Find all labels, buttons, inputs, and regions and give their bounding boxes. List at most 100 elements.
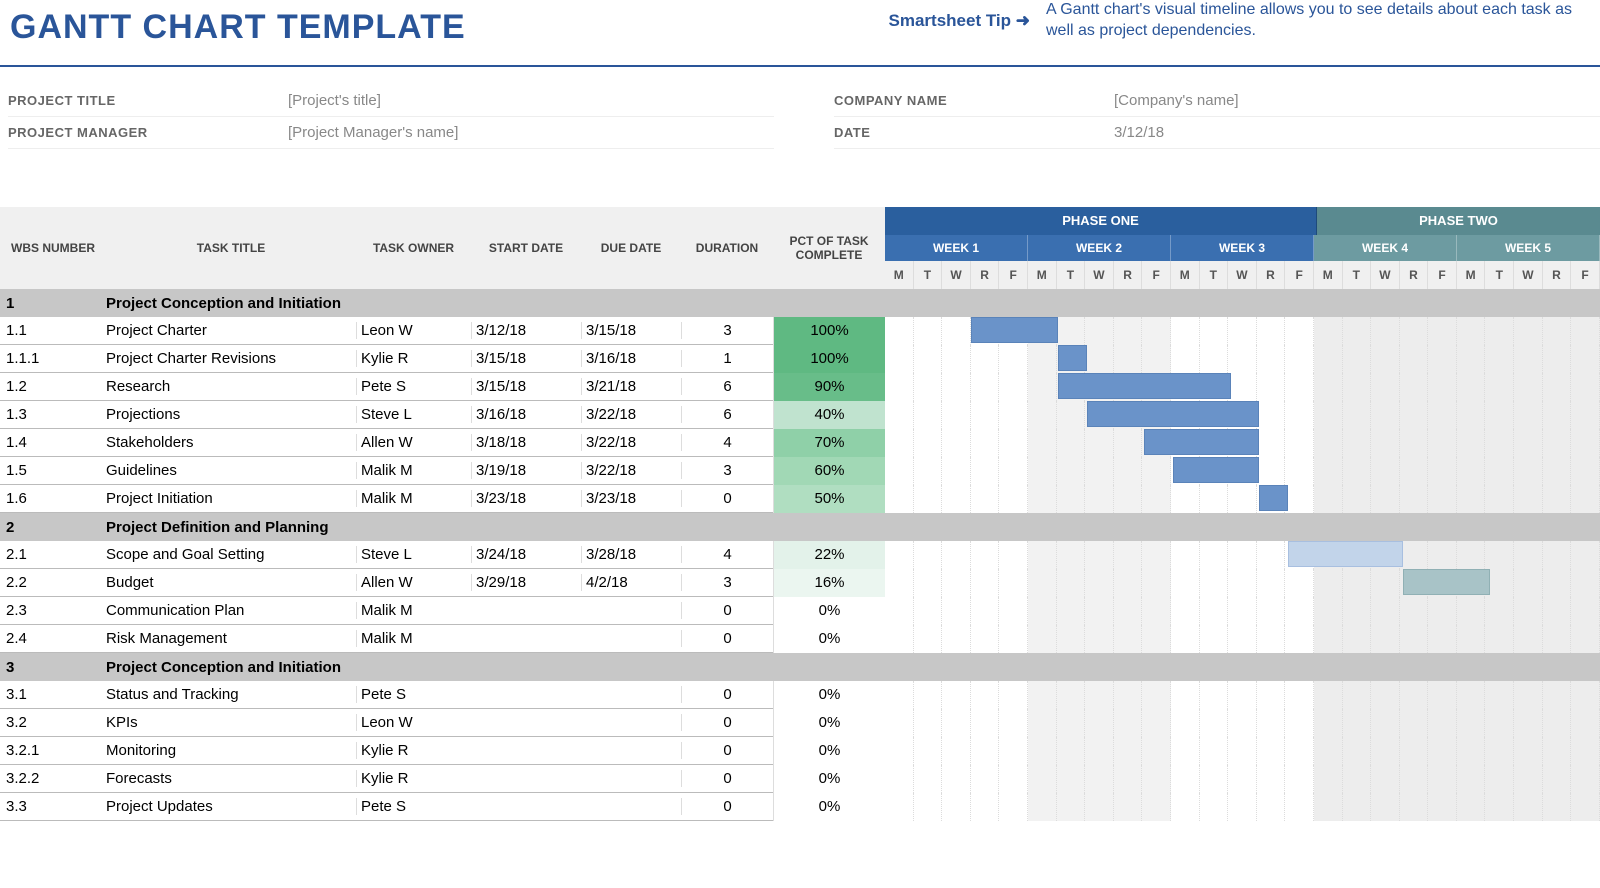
task-row[interactable]: 1.5GuidelinesMalik M3/19/183/22/18360% bbox=[0, 457, 885, 485]
gantt-row bbox=[885, 569, 1600, 597]
task-row[interactable]: 1.1.1Project Charter RevisionsKylie R3/1… bbox=[0, 345, 885, 373]
gantt-row bbox=[885, 681, 1600, 709]
gantt-row bbox=[885, 345, 1600, 373]
col-header-pct: PCT OF TASK COMPLETE bbox=[773, 234, 885, 262]
day-header: R bbox=[1257, 261, 1286, 289]
task-row[interactable]: 3.2KPIsLeon W00% bbox=[0, 709, 885, 737]
gantt-row bbox=[885, 709, 1600, 737]
col-header-wbs: WBS NUMBER bbox=[0, 241, 106, 255]
day-header: R bbox=[971, 261, 1000, 289]
day-header: T bbox=[914, 261, 943, 289]
phase-header: PHASE TWO bbox=[1317, 207, 1600, 235]
gantt-row bbox=[885, 457, 1600, 485]
gantt-row bbox=[885, 653, 1600, 681]
day-header: R bbox=[1114, 261, 1143, 289]
day-header: R bbox=[1543, 261, 1572, 289]
gantt-row bbox=[885, 289, 1600, 317]
task-row[interactable]: 3.3Project UpdatesPete S00% bbox=[0, 793, 885, 821]
gantt-row bbox=[885, 737, 1600, 765]
gantt-bar[interactable] bbox=[1087, 401, 1260, 427]
day-header: F bbox=[1285, 261, 1314, 289]
gantt-row bbox=[885, 485, 1600, 513]
col-header-owner: TASK OWNER bbox=[356, 241, 471, 255]
gantt-row bbox=[885, 765, 1600, 793]
task-row[interactable]: 2.1Scope and Goal SettingSteve L3/24/183… bbox=[0, 541, 885, 569]
week-header: WEEK 4 bbox=[1314, 235, 1457, 261]
day-header: T bbox=[1485, 261, 1514, 289]
day-header: M bbox=[1171, 261, 1200, 289]
gantt-bar[interactable] bbox=[1144, 429, 1259, 455]
gantt-row bbox=[885, 625, 1600, 653]
task-row[interactable]: 2.3Communication PlanMalik M00% bbox=[0, 597, 885, 625]
task-row[interactable]: 3.1Status and TrackingPete S00% bbox=[0, 681, 885, 709]
day-header: T bbox=[1057, 261, 1086, 289]
week-header: WEEK 1 bbox=[885, 235, 1028, 261]
day-header: F bbox=[1142, 261, 1171, 289]
task-table: WBS NUMBER TASK TITLE TASK OWNER START D… bbox=[0, 207, 885, 821]
day-header: W bbox=[942, 261, 971, 289]
day-header: W bbox=[1085, 261, 1114, 289]
task-row[interactable]: 1.4StakeholdersAllen W3/18/183/22/18470% bbox=[0, 429, 885, 457]
day-header: M bbox=[1314, 261, 1343, 289]
company-name-value[interactable]: [Company's name] bbox=[1114, 92, 1239, 109]
section-row: 3Project Conception and Initiation bbox=[0, 653, 885, 681]
gantt-row bbox=[885, 513, 1600, 541]
day-header: W bbox=[1514, 261, 1543, 289]
project-title-value[interactable]: [Project's title] bbox=[288, 92, 381, 109]
gantt-bar[interactable] bbox=[1173, 457, 1259, 483]
gantt-row bbox=[885, 317, 1600, 345]
gantt-row bbox=[885, 793, 1600, 821]
section-row: 1Project Conception and Initiation bbox=[0, 289, 885, 317]
section-row: 2Project Definition and Planning bbox=[0, 513, 885, 541]
tip-text: A Gantt chart's visual timeline allows y… bbox=[1046, 0, 1586, 42]
col-header-duration: DURATION bbox=[681, 241, 773, 255]
week-header: WEEK 2 bbox=[1028, 235, 1171, 261]
day-header: M bbox=[885, 261, 914, 289]
day-header: W bbox=[1371, 261, 1400, 289]
task-row[interactable]: 1.2ResearchPete S3/15/183/21/18690% bbox=[0, 373, 885, 401]
day-header: M bbox=[1028, 261, 1057, 289]
task-row[interactable]: 2.4Risk ManagementMalik M00% bbox=[0, 625, 885, 653]
gantt-bar[interactable] bbox=[1058, 373, 1231, 399]
project-manager-label: PROJECT MANAGER bbox=[8, 125, 288, 140]
gantt-bar[interactable] bbox=[1403, 569, 1489, 595]
day-header: T bbox=[1200, 261, 1229, 289]
day-header: R bbox=[1400, 261, 1429, 289]
task-row[interactable]: 3.2.2ForecastsKylie R00% bbox=[0, 765, 885, 793]
task-row[interactable]: 3.2.1MonitoringKylie R00% bbox=[0, 737, 885, 765]
day-header: F bbox=[1571, 261, 1600, 289]
week-header: WEEK 5 bbox=[1457, 235, 1600, 261]
smartsheet-tip-link[interactable]: Smartsheet Tip ➜ bbox=[889, 11, 1030, 31]
date-label: DATE bbox=[834, 125, 1114, 140]
project-manager-value[interactable]: [Project Manager's name] bbox=[288, 124, 458, 141]
day-header: W bbox=[1228, 261, 1257, 289]
week-header: WEEK 3 bbox=[1171, 235, 1314, 261]
company-name-label: COMPANY NAME bbox=[834, 93, 1114, 108]
day-header: T bbox=[1343, 261, 1372, 289]
gantt-row bbox=[885, 541, 1600, 569]
task-row[interactable]: 2.2BudgetAllen W3/29/184/2/18316% bbox=[0, 569, 885, 597]
gantt-bar[interactable] bbox=[1259, 485, 1288, 511]
gantt-row bbox=[885, 401, 1600, 429]
gantt-row bbox=[885, 373, 1600, 401]
day-header: F bbox=[1428, 261, 1457, 289]
task-row[interactable]: 1.1Project CharterLeon W3/12/183/15/1831… bbox=[0, 317, 885, 345]
gantt-row bbox=[885, 597, 1600, 625]
task-row[interactable]: 1.6Project InitiationMalik M3/23/183/23/… bbox=[0, 485, 885, 513]
gantt-bar[interactable] bbox=[1058, 345, 1087, 371]
day-header: F bbox=[999, 261, 1028, 289]
gantt-timeline: PHASE ONEPHASE TWOWEEK 1WEEK 2WEEK 3WEEK… bbox=[885, 207, 1600, 821]
date-value[interactable]: 3/12/18 bbox=[1114, 124, 1164, 141]
phase-header: PHASE ONE bbox=[885, 207, 1317, 235]
gantt-row bbox=[885, 429, 1600, 457]
project-title-label: PROJECT TITLE bbox=[8, 93, 288, 108]
day-header: M bbox=[1457, 261, 1486, 289]
col-header-due: DUE DATE bbox=[581, 241, 681, 255]
page-title: GANTT CHART TEMPLATE bbox=[0, 0, 889, 59]
gantt-chart: WBS NUMBER TASK TITLE TASK OWNER START D… bbox=[0, 207, 1600, 821]
gantt-bar[interactable] bbox=[1288, 541, 1403, 567]
gantt-bar[interactable] bbox=[971, 317, 1057, 343]
task-row[interactable]: 1.3ProjectionsSteve L3/16/183/22/18640% bbox=[0, 401, 885, 429]
col-header-start: START DATE bbox=[471, 241, 581, 255]
col-header-title: TASK TITLE bbox=[106, 241, 356, 255]
